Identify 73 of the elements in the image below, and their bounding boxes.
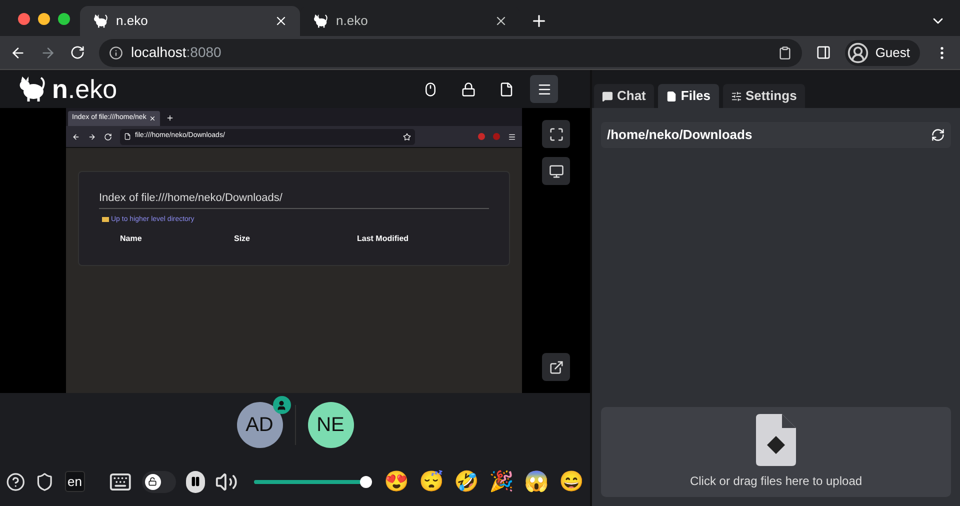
current-path: /home/neko/Downloads [607, 126, 752, 144]
upload-dropzone[interactable]: Click or drag files here to upload [601, 407, 951, 497]
emoji-reaction-button[interactable]: 😱 [524, 472, 549, 492]
file-upload-icon [756, 414, 796, 466]
fullscreen-icon [548, 126, 564, 142]
member-avatar[interactable]: AD [236, 402, 282, 448]
app-logo-text: n.eko [52, 76, 118, 102]
language-button[interactable]: en [64, 470, 85, 492]
emoji-reaction-button[interactable]: 🎉 [488, 472, 514, 492]
profile-button[interactable]: Guest [845, 40, 920, 66]
clipboard-icon[interactable] [778, 46, 792, 60]
external-link-button[interactable] [542, 353, 570, 381]
emoji-reaction-button[interactable]: 😄 [558, 472, 584, 492]
new-tab-icon[interactable] [530, 12, 548, 30]
cat-logo-icon [312, 13, 328, 29]
bookmark-star-icon[interactable] [403, 132, 411, 140]
mouse-icon [422, 82, 438, 96]
folder-icon [102, 217, 109, 222]
reload-icon[interactable] [104, 132, 112, 140]
volume-thumb[interactable] [360, 476, 372, 488]
close-tab-icon[interactable] [149, 115, 156, 122]
emoji-reaction-button[interactable]: 😴 [418, 472, 444, 492]
minimize-window-button[interactable] [38, 13, 50, 25]
member-avatar[interactable]: NE [308, 402, 354, 448]
chat-tab-icon [602, 90, 613, 102]
menu-button[interactable] [530, 75, 558, 103]
settings-tab-icon [730, 90, 742, 102]
upload-hint: Click or drag files here to upload [690, 473, 862, 490]
close-window-button[interactable] [18, 13, 30, 25]
extension-icon[interactable] [478, 133, 485, 140]
sidebar-tab[interactable]: Files [658, 84, 719, 108]
file-icon [498, 82, 514, 96]
close-tab-icon[interactable] [494, 14, 508, 28]
monitor-button[interactable] [542, 157, 570, 185]
browser-tab[interactable]: n.eko [80, 6, 300, 36]
fullscreen-button[interactable] [542, 120, 570, 148]
maximize-window-button[interactable] [58, 13, 70, 25]
refresh-icon[interactable] [931, 128, 945, 142]
back-icon[interactable] [10, 44, 26, 60]
new-tab-icon[interactable] [166, 114, 174, 122]
pause-button[interactable] [186, 470, 206, 492]
menu-icon [536, 82, 552, 96]
lock-icon [460, 82, 476, 96]
file-icon [124, 133, 131, 140]
sidebar-tab[interactable]: Chat [594, 84, 654, 108]
emoji-reaction-button[interactable]: 😍 [384, 472, 409, 492]
url-text: localhost:8080 [131, 43, 222, 62]
back-icon[interactable] [72, 132, 80, 140]
sidebar-tab[interactable]: Settings [722, 84, 805, 108]
help-icon[interactable] [6, 470, 26, 492]
lock-toggle[interactable] [142, 470, 176, 492]
side-panel-icon[interactable] [816, 45, 832, 60]
column-header[interactable]: Name [120, 233, 234, 245]
shield-icon[interactable] [35, 470, 55, 492]
close-tab-icon[interactable] [274, 14, 288, 28]
unlocked-icon [148, 477, 158, 486]
column-header[interactable]: Last Modified [357, 233, 409, 245]
files-tab-icon [666, 90, 677, 102]
avatar-icon [847, 42, 870, 64]
tab-title: n.eko [116, 12, 149, 30]
listing-heading: Index of file:///home/neko/Downloads/ [99, 190, 489, 208]
info-icon [109, 46, 123, 60]
column-header[interactable]: Size [234, 233, 357, 245]
emoji-reaction-button[interactable]: 🤣 [454, 472, 479, 492]
address-bar[interactable]: localhost:8080 [99, 38, 802, 66]
menu-icon[interactable] [508, 132, 516, 140]
external-link-icon [548, 360, 564, 374]
tab-title: n.eko [336, 12, 369, 30]
reload-icon[interactable] [70, 45, 85, 60]
pause-icon [190, 476, 201, 487]
monitor-icon [548, 164, 564, 178]
forward-icon[interactable] [88, 132, 96, 140]
cat-logo-icon [92, 13, 108, 29]
